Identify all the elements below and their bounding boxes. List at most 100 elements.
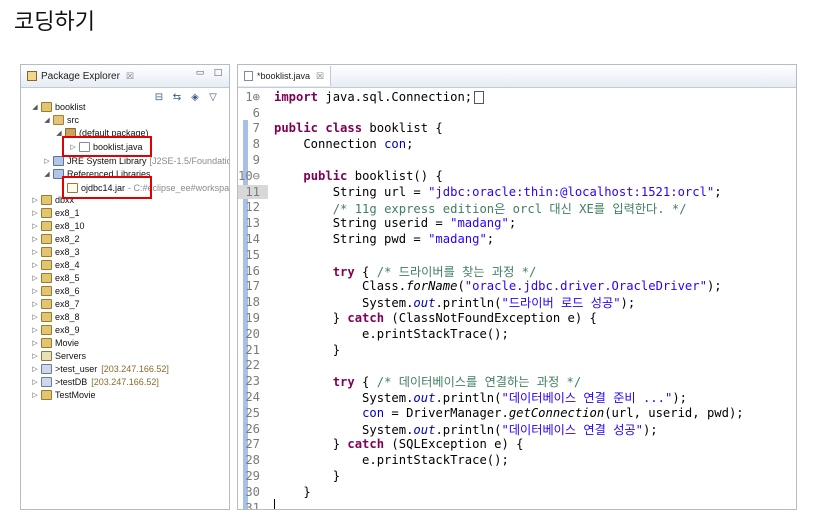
collapse-all-icon[interactable]: ⊟: [153, 92, 165, 104]
collapsed-twisty-icon[interactable]: ▷: [31, 352, 39, 360]
collapsed-twisty-icon[interactable]: ▷: [31, 196, 39, 204]
collapsed-twisty-icon[interactable]: ▷: [31, 287, 39, 295]
collapsed-twisty-icon[interactable]: ▷: [31, 209, 39, 217]
code-line[interactable]: 29 }: [238, 468, 796, 484]
line-number: 24: [245, 390, 260, 405]
tree-item[interactable]: ▷ ex8_9: [31, 323, 80, 336]
focus-icon[interactable]: ◈: [189, 92, 201, 104]
code-text: Class.forName("oracle.jdbc.driver.Oracle…: [274, 279, 722, 293]
expanded-twisty-icon[interactable]: ◢: [31, 103, 39, 111]
collapsed-twisty-icon[interactable]: ▷: [31, 235, 39, 243]
code-token: public: [274, 121, 319, 136]
tree-item[interactable]: ▷ >test_user [203.247.166.52]: [31, 362, 169, 375]
tree-item[interactable]: ▷ ex8_7: [31, 297, 80, 310]
tree-item[interactable]: ▷ >testDB [203.247.166.52]: [31, 375, 159, 388]
code-line[interactable]: 16 try { /* 드라이버를 찾는 과정 */: [238, 263, 796, 279]
tree-item[interactable]: ▷ ex8_5: [31, 271, 80, 284]
collapsed-twisty-icon[interactable]: ▷: [31, 274, 39, 282]
code-line[interactable]: 6: [238, 105, 796, 121]
code-token: "데이터베이스 연결 준비 ...": [501, 391, 673, 406]
tree-item[interactable]: ▷ ex8_3: [31, 245, 80, 258]
tree-item[interactable]: ▷ ex8_10: [31, 219, 85, 232]
line-number: 11: [238, 184, 268, 199]
collapsed-twisty-icon[interactable]: ▷: [31, 300, 39, 308]
expanded-twisty-icon[interactable]: ◢: [43, 116, 51, 124]
collapsed-twisty-icon[interactable]: ▷: [31, 365, 39, 373]
code-line[interactable]: 27 } catch (SQLException e) {: [238, 437, 796, 453]
tree-item[interactable]: ▷ ex8_6: [31, 284, 80, 297]
code-line[interactable]: 21 }: [238, 342, 796, 358]
code-line[interactable]: 20 e.printStackTrace();: [238, 326, 796, 342]
java-editor: *booklist.java ☒ 1⊕ import java.sql.Conne…: [237, 64, 797, 510]
collapsed-twisty-icon[interactable]: ▷: [31, 339, 39, 347]
tree-item-label: ex8_10: [55, 220, 85, 231]
code-token: catch: [347, 311, 385, 326]
link-with-editor-icon[interactable]: ⇆: [171, 92, 183, 104]
close-icon[interactable]: ☒: [126, 71, 134, 82]
code-line[interactable]: 23 try { /* 데이터베이스를 연결하는 과정 */: [238, 373, 796, 389]
minimize-icon[interactable]: ▭: [195, 68, 205, 78]
line-number: 21: [245, 342, 260, 357]
code-line[interactable]: 10⊖ public booklist() {: [238, 168, 796, 184]
collapsed-twisty-icon[interactable]: ▷: [31, 391, 39, 399]
code-token: out: [413, 422, 436, 437]
code-token: {: [354, 264, 377, 279]
code-line[interactable]: 25 con = DriverManager.getConnection(url…: [238, 405, 796, 421]
code-line[interactable]: 18 System.out.println("드라이버 로드 성공");: [238, 294, 796, 310]
tree-item[interactable]: ◢ src: [43, 113, 79, 126]
code-line[interactable]: 26 System.out.println("데이터베이스 연결 성공");: [238, 421, 796, 437]
code-line[interactable]: 28 e.printStackTrace();: [238, 452, 796, 468]
code-line[interactable]: 15: [238, 247, 796, 263]
collapsed-twisty-icon[interactable]: ▷: [31, 378, 39, 386]
code-line[interactable]: 8 Connection con;: [238, 136, 796, 152]
code-token: (SQLException e) {: [384, 437, 524, 452]
code-line[interactable]: 9: [238, 152, 796, 168]
library-icon: [53, 155, 64, 166]
code-token: "madang": [428, 232, 487, 247]
code-line[interactable]: 7 public class booklist {: [238, 121, 796, 137]
code-line[interactable]: 14 String pwd = "madang";: [238, 231, 796, 247]
folded-imports-icon[interactable]: [474, 90, 485, 104]
code-line[interactable]: 30 }: [238, 484, 796, 500]
code-line[interactable]: 1⊕ import java.sql.Connection;: [238, 89, 796, 105]
collapsed-twisty-icon[interactable]: ▷: [31, 248, 39, 256]
tree-item[interactable]: ▷ Servers: [31, 349, 86, 362]
code-line[interactable]: 22: [238, 358, 796, 374]
tree-item[interactable]: ▷ ex8_8: [31, 310, 80, 323]
collapsed-twisty-icon[interactable]: ▷: [31, 222, 39, 230]
line-number: 18: [245, 295, 260, 310]
tree-item[interactable]: ◢ booklist: [31, 100, 86, 113]
tree-item[interactable]: ▷ Movie: [31, 336, 79, 349]
collapsed-twisty-icon[interactable]: ▷: [31, 261, 39, 269]
line-number: 20: [245, 326, 260, 341]
code-line[interactable]: 24 System.out.println("데이터베이스 연결 준비 ..."…: [238, 389, 796, 406]
tree-item[interactable]: ▷ ex8_4: [31, 258, 80, 271]
code-token: System.: [274, 391, 414, 406]
close-icon[interactable]: ☒: [316, 71, 324, 82]
view-menu-icon[interactable]: ▽: [207, 92, 219, 104]
tree-item-decoration: [J2SE-1.5/Foundation: [149, 155, 230, 166]
code-line[interactable]: 31: [238, 499, 796, 509]
expanded-twisty-icon[interactable]: ◢: [43, 170, 51, 178]
code-token: try: [332, 264, 355, 279]
tree-item[interactable]: ▷ ex8_1: [31, 206, 80, 219]
code-line[interactable]: 12 /* 11g express edition은 orcl 대신 XE를 입…: [238, 200, 796, 216]
code-line[interactable]: 11 String url = "jdbc:oracle:thin:@local…: [238, 184, 796, 200]
collapsed-twisty-icon[interactable]: ▷: [31, 313, 39, 321]
code-token: String userid =: [274, 216, 451, 231]
code-text: }: [274, 343, 340, 357]
collapsed-twisty-icon[interactable]: ▷: [31, 326, 39, 334]
tab-booklist-java[interactable]: *booklist.java ☒: [238, 66, 332, 86]
code-line[interactable]: 19 } catch (ClassNotFoundException e) {: [238, 310, 796, 326]
maximize-icon[interactable]: □: [213, 68, 223, 78]
code-line[interactable]: 17 Class.forName("oracle.jdbc.driver.Ora…: [238, 279, 796, 295]
code-text: } catch (SQLException e) {: [274, 437, 524, 452]
tab-package-explorer[interactable]: Package Explorer ☒: [21, 66, 140, 86]
code-token: }: [274, 484, 311, 499]
editor-tabbar: *booklist.java ☒: [238, 65, 796, 88]
tree-item[interactable]: ▷ TestMovie: [31, 388, 96, 401]
collapsed-twisty-icon[interactable]: ▷: [43, 157, 51, 165]
code-line[interactable]: 13 String userid = "madang";: [238, 215, 796, 231]
tree-item[interactable]: ▷ ex8_2: [31, 232, 80, 245]
